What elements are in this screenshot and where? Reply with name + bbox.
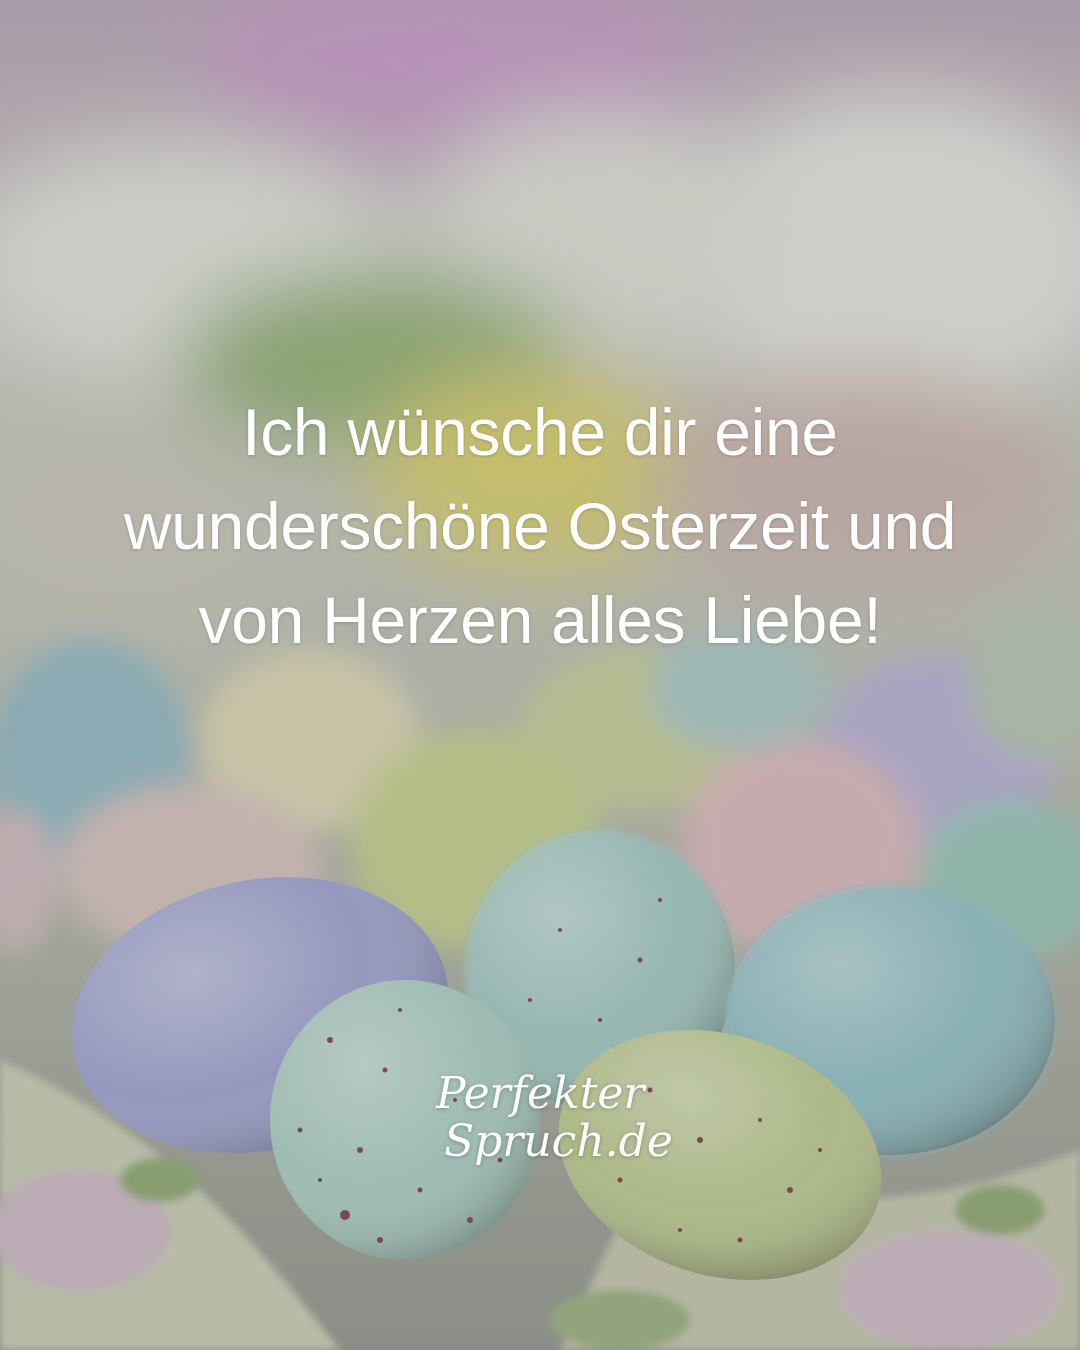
- logo-line-1: Perfekter: [436, 1068, 645, 1119]
- background-photo: Ich wünsche dir eine wunderschöne Osterz…: [0, 0, 1080, 1350]
- quote-line-2: wunderschöne Osterzeit und: [123, 489, 957, 563]
- logo-line-2: Spruch.de: [444, 1116, 673, 1167]
- greeting-quote: Ich wünsche dir eine wunderschöne Osterz…: [40, 385, 1040, 667]
- quote-line-1: Ich wünsche dir eine: [242, 395, 838, 469]
- quote-line-3: von Herzen alles Liebe!: [198, 583, 882, 657]
- brand-logo: Perfekter Spruch.de: [430, 1068, 673, 1167]
